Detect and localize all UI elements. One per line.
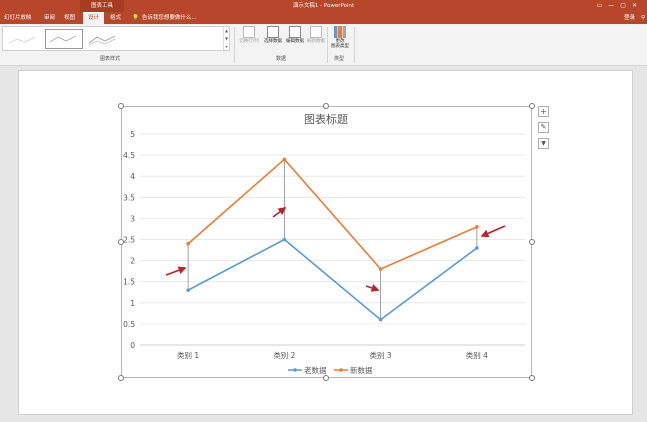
- x-tick-label: 类别 3: [370, 350, 392, 360]
- y-tick-label: 1: [130, 299, 135, 308]
- series-line: [187, 158, 478, 271]
- y-tick-label: 4: [130, 172, 135, 181]
- y-tick-label: 0: [130, 341, 135, 350]
- data-point: [282, 157, 287, 162]
- series-line: [187, 238, 478, 321]
- y-tick-label: 3: [130, 214, 135, 223]
- legend-marker: [339, 368, 343, 372]
- y-tick-label: 3.5: [123, 193, 135, 202]
- y-tick-label: 1.5: [123, 278, 135, 287]
- annotation-arrow: [480, 225, 506, 238]
- data-point: [378, 317, 383, 322]
- annotation-arrow: [365, 284, 380, 292]
- legend-marker: [293, 368, 297, 372]
- data-point: [186, 241, 190, 246]
- y-tick-label: 4.5: [123, 151, 135, 160]
- line-chart: 图表标题 0 0.5 1 1.5 2 2.5 3 3.5 4 4.5 5 类别 1 类别 2 类别 3 类…: [123, 112, 525, 375]
- y-tick-label: 2: [130, 257, 135, 266]
- data-point: [378, 267, 383, 271]
- x-tick-label: 类别 2: [273, 350, 295, 360]
- y-tick-label: 0.5: [123, 320, 135, 329]
- data-point: [475, 225, 479, 229]
- y-tick-label: 5: [130, 130, 135, 139]
- x-tick-label: 类别 1: [177, 350, 199, 360]
- legend-label: 老数据: [304, 365, 327, 375]
- data-point: [282, 237, 287, 242]
- annotation-arrow: [272, 207, 287, 218]
- x-tick-label: 类别 4: [466, 350, 488, 360]
- y-tick-label: 2.5: [123, 236, 135, 245]
- chart-title[interactable]: 图表标题: [304, 112, 348, 126]
- annotation-arrow: [165, 266, 187, 276]
- data-point: [475, 246, 479, 250]
- data-point: [186, 288, 190, 292]
- legend-label: 新数据: [350, 365, 373, 375]
